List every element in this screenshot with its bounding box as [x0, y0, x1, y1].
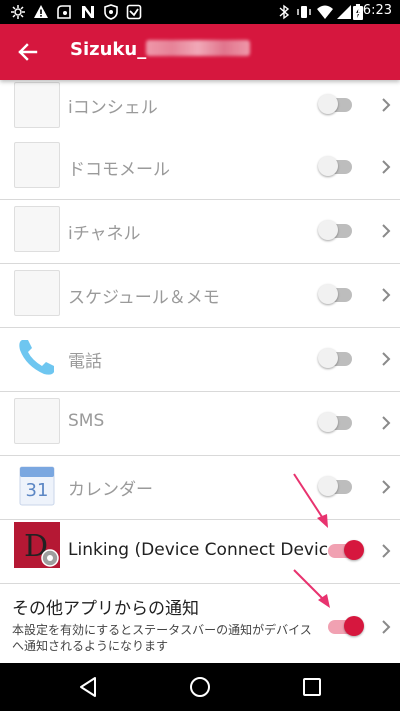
calendar-icon: 31 — [14, 463, 60, 509]
list-item-label: Linking (Device Connect Devic... — [68, 540, 345, 560]
chevron-right-icon[interactable] — [380, 159, 392, 175]
app-placeholder-icon — [14, 142, 60, 188]
list-item-linking[interactable]: D Linking (Device Connect Devic... — [0, 520, 400, 584]
shield-icon — [104, 4, 118, 20]
bluetooth-icon — [279, 4, 290, 20]
download-icon — [126, 4, 142, 20]
app-placeholder-icon — [14, 206, 60, 252]
list-item-other-apps[interactable]: その他アプリからの通知 本設定を有効にするとステータスバーの通知がデバイスへ通知… — [0, 584, 400, 663]
list-item-label: スケジュール＆メモ — [68, 288, 220, 308]
chevron-right-icon[interactable] — [380, 223, 392, 239]
app-placeholder-icon — [14, 398, 60, 444]
chevron-right-icon[interactable] — [380, 479, 392, 495]
list-item-schedule-memo[interactable]: スケジュール＆メモ — [0, 264, 400, 328]
chevron-right-icon[interactable] — [380, 287, 392, 303]
list-item-label: iコンシェル — [68, 98, 158, 118]
notification-toggle[interactable] — [326, 540, 364, 562]
list-item-label: カレンダー — [68, 480, 153, 500]
signal-icon — [337, 5, 351, 19]
back-nav-icon[interactable] — [76, 675, 100, 699]
notification-toggle[interactable] — [318, 476, 354, 498]
notification-toggle[interactable] — [318, 348, 354, 370]
chevron-right-icon[interactable] — [380, 415, 392, 431]
chevron-right-icon[interactable] — [380, 543, 392, 559]
app-placeholder-icon — [14, 82, 60, 128]
list-item-calendar[interactable]: 31 カレンダー — [0, 456, 400, 520]
notification-toggle[interactable] — [318, 284, 354, 306]
recents-nav-icon[interactable] — [300, 675, 324, 699]
app-bar: Sizuku_ — [0, 24, 400, 80]
status-time: 16:23 — [354, 3, 392, 18]
notification-toggle[interactable] — [318, 156, 354, 178]
vibrate-icon — [297, 6, 311, 18]
back-arrow-icon[interactable] — [12, 36, 44, 68]
calendar-day: 31 — [25, 480, 49, 501]
navigation-bar — [0, 663, 400, 711]
list-item-iconcier[interactable]: iコンシェル — [0, 80, 400, 137]
notification-app-list[interactable]: iコンシェル ドコモメール iチャネル スケジュール＆メモ 電話 SMS 31 … — [0, 80, 400, 663]
settings-icon — [11, 5, 25, 19]
chevron-right-icon[interactable] — [380, 97, 392, 113]
notification-toggle[interactable] — [326, 616, 364, 638]
list-item-label: ドコモメール — [68, 160, 170, 180]
chevron-right-icon[interactable] — [380, 351, 392, 367]
warning-icon — [34, 5, 48, 18]
list-item-label: 電話 — [68, 352, 102, 372]
n-notification-icon — [82, 6, 94, 18]
notification-toggle[interactable] — [318, 220, 354, 242]
other-apps-title: その他アプリからの通知 — [12, 599, 199, 619]
wifi-icon — [317, 5, 333, 19]
status-bar: 16:23 — [0, 0, 400, 24]
list-item-label: SMS — [68, 411, 105, 431]
page-title-text: Sizuku_ — [70, 39, 147, 60]
page-title: Sizuku_ — [70, 39, 251, 60]
other-apps-description: 本設定を有効にするとステータスバーの通知がデバイスへ通知されるようになります — [12, 623, 312, 653]
phone-icon — [19, 340, 54, 375]
list-item-sms[interactable]: SMS — [0, 392, 400, 456]
notification-toggle[interactable] — [318, 94, 354, 116]
notification-toggle[interactable] — [318, 412, 354, 434]
redacted-device-id — [146, 40, 251, 56]
chevron-right-icon[interactable] — [380, 619, 392, 635]
app-placeholder-icon — [14, 270, 60, 316]
list-item-label: iチャネル — [68, 224, 141, 244]
home-nav-icon[interactable] — [188, 675, 212, 699]
list-item-docomo-mail[interactable]: ドコモメール — [0, 136, 400, 200]
accessibility-icon — [57, 5, 71, 19]
linking-app-icon: D — [14, 522, 60, 568]
list-item-phone[interactable]: 電話 — [0, 328, 400, 392]
list-item-ichannel[interactable]: iチャネル — [0, 200, 400, 264]
